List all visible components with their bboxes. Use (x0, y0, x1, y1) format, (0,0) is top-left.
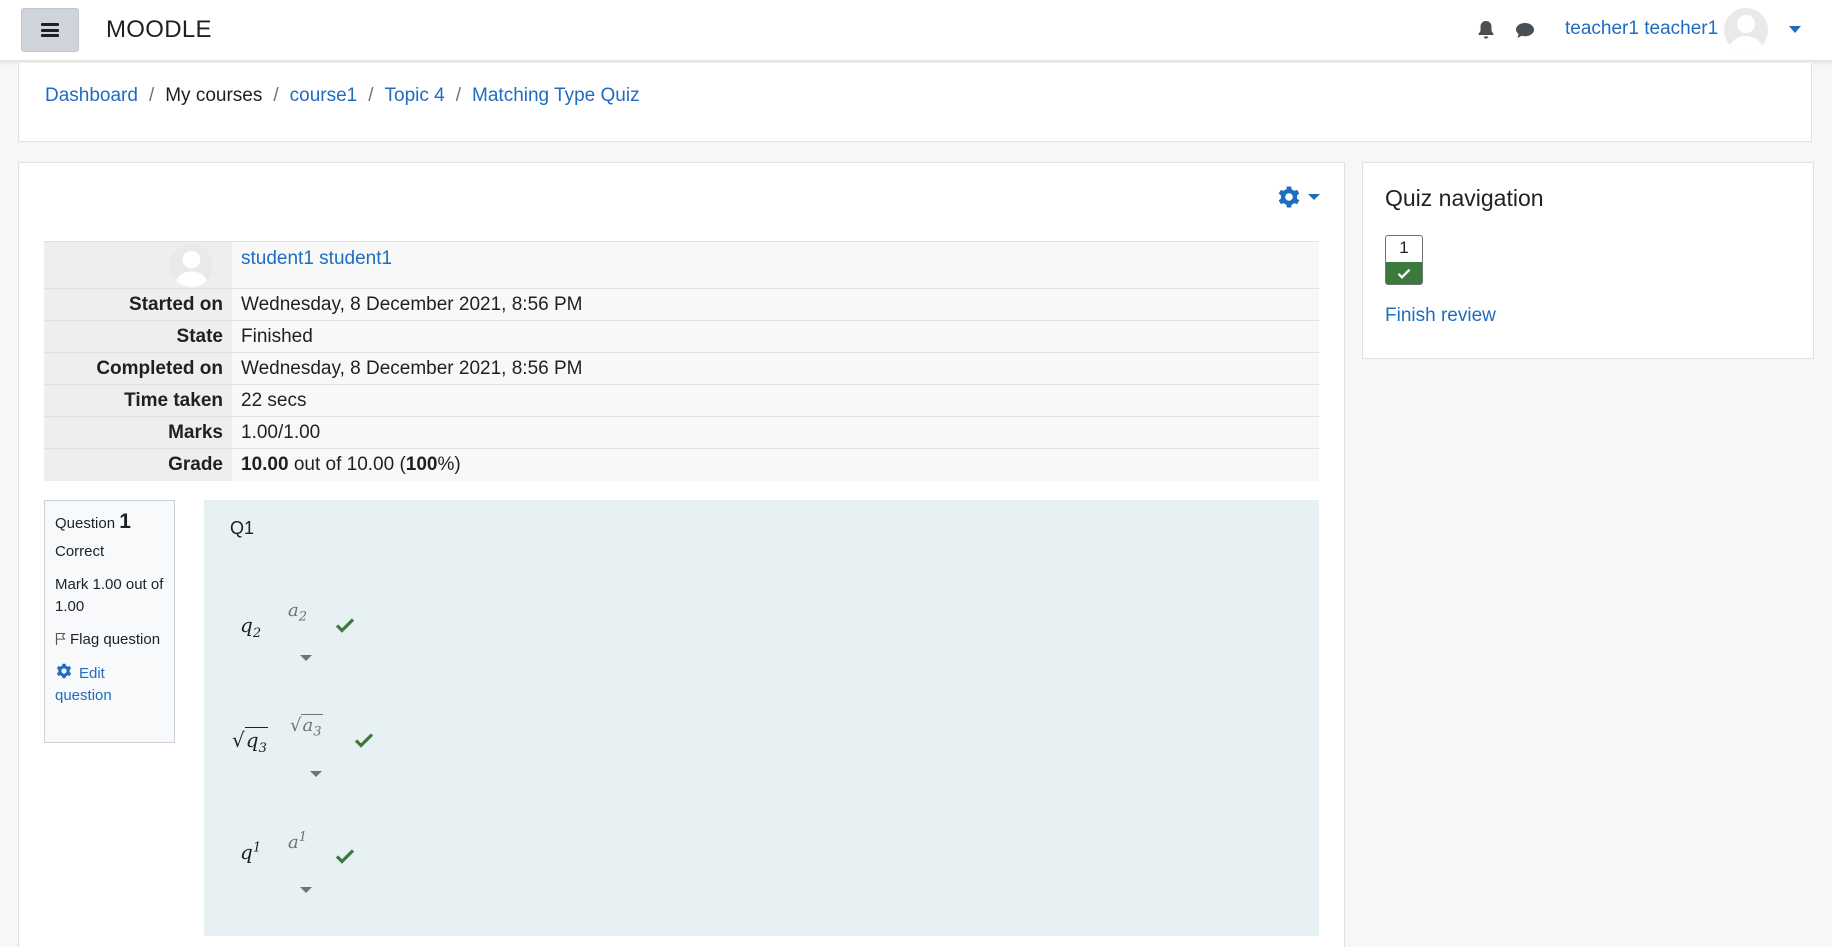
finish-review-link[interactable]: Finish review (1385, 305, 1496, 327)
avatar-placeholder-icon (175, 250, 208, 287)
side-drawer-toggle-button[interactable] (21, 8, 79, 52)
table-row: Grade 10.00 out of 10.00 (100%) (44, 448, 1319, 481)
user-avatar[interactable] (1724, 8, 1768, 52)
question-number: 1 (119, 510, 131, 533)
check-icon (1397, 268, 1411, 279)
summary-value: 1.00/1.00 (232, 416, 1319, 449)
question-mark: Mark 1.00 out of 1.00 (55, 576, 164, 615)
chevron-down-icon (1308, 194, 1320, 200)
breadcrumb-separator: / (273, 85, 279, 106)
avatar-placeholder-icon (1730, 15, 1762, 52)
question-status: Correct (55, 543, 105, 560)
question-content: Q1 q2 a2 √q3 √a3 q1 a1 (204, 500, 1319, 936)
grade-value: 10.00 out of 10.00 (100%) (232, 448, 1319, 481)
question-label: Question (55, 515, 116, 532)
site-brand[interactable]: MOODLE (106, 16, 212, 44)
match-stem-1: q2 (240, 613, 262, 641)
grade-out-of: out of 10.00 ( (288, 453, 406, 475)
match-stem-2: √q3 (232, 727, 268, 756)
grade-suffix: %) (437, 453, 461, 475)
quiz-nav-question-number: 1 (1399, 238, 1409, 257)
summary-label: Time taken (44, 384, 232, 417)
summary-label: Marks (44, 416, 232, 449)
breadcrumb-my-courses: My courses (165, 85, 263, 106)
student-avatar[interactable] (170, 244, 213, 287)
grade-percent: 100 (405, 453, 438, 475)
student-name-link[interactable]: student1 student1 (241, 248, 392, 269)
chevron-down-icon[interactable] (300, 887, 312, 893)
messages-icon[interactable] (1513, 18, 1537, 42)
user-menu-name[interactable]: teacher1 teacher1 (1565, 18, 1718, 40)
bell-icon[interactable] (1474, 18, 1498, 42)
summary-label: Completed on (44, 352, 232, 385)
quiz-nav-correct-state (1386, 262, 1422, 284)
summary-value: Wednesday, 8 December 2021, 8:56 PM (232, 352, 1319, 385)
breadcrumb-quiz[interactable]: Matching Type Quiz (472, 85, 640, 107)
chevron-down-icon[interactable] (310, 771, 322, 777)
grade-score: 10.00 (241, 453, 289, 475)
actions-menu-button[interactable] (1276, 184, 1320, 210)
match-stem-3: q1 (240, 840, 262, 864)
correct-check-icon (335, 849, 355, 864)
summary-value: Finished (232, 320, 1319, 353)
breadcrumb-dashboard[interactable]: Dashboard (45, 85, 138, 107)
gear-icon (1278, 186, 1300, 208)
flag-question-label: Flag question (70, 631, 161, 648)
breadcrumb: Dashboard / My courses / course1 / Topic… (45, 85, 640, 107)
summary-value: 22 secs (232, 384, 1319, 417)
page-header: Dashboard / My courses / course1 / Topic… (18, 63, 1812, 142)
navbar: MOODLE teacher1 teacher1 (0, 0, 1832, 61)
user-menu-caret-icon[interactable] (1789, 26, 1801, 33)
correct-check-icon (354, 733, 374, 748)
hamburger-icon (41, 23, 59, 37)
question-text: Q1 (230, 518, 255, 538)
table-row: Time taken 22 secs (44, 384, 1319, 417)
breadcrumb-topic[interactable]: Topic 4 (385, 85, 445, 107)
match-answer-select-2[interactable]: √a3 (290, 714, 323, 740)
table-row: State Finished (44, 320, 1319, 353)
match-answer-select-3[interactable]: a1 (288, 830, 307, 853)
flag-question-toggle[interactable]: Flag question (55, 629, 164, 651)
quiz-navigation-block: Quiz navigation 1 Finish review (1362, 162, 1814, 359)
breadcrumb-separator: / (368, 85, 374, 106)
summary-value: Wednesday, 8 December 2021, 8:56 PM (232, 288, 1319, 321)
table-row: student1 student1 (44, 241, 1319, 289)
breadcrumb-separator: / (148, 85, 155, 106)
quiz-navigation-title: Quiz navigation (1385, 185, 1544, 211)
breadcrumb-separator: / (455, 85, 462, 106)
question-info-box: Question 1 Correct Mark 1.00 out of 1.00… (44, 500, 175, 743)
match-answer-select-1[interactable]: a2 (288, 600, 307, 625)
summary-label: Started on (44, 288, 232, 321)
summary-label: Grade (44, 448, 232, 481)
correct-check-icon (335, 618, 355, 633)
breadcrumb-course[interactable]: course1 (290, 85, 358, 107)
flag-icon (55, 633, 66, 645)
quiz-nav-question-button[interactable]: 1 (1385, 235, 1423, 285)
table-row: Started on Wednesday, 8 December 2021, 8… (44, 288, 1319, 321)
table-row: Marks 1.00/1.00 (44, 416, 1319, 449)
table-row: Completed on Wednesday, 8 December 2021,… (44, 352, 1319, 385)
gear-icon (56, 663, 72, 679)
attempt-summary-table: student1 student1 Started on Wednesday, … (44, 241, 1319, 481)
student-avatar-cell (44, 241, 232, 289)
chevron-down-icon[interactable] (300, 655, 312, 661)
quiz-review-region: student1 student1 Started on Wednesday, … (18, 162, 1345, 947)
summary-label: State (44, 320, 232, 353)
